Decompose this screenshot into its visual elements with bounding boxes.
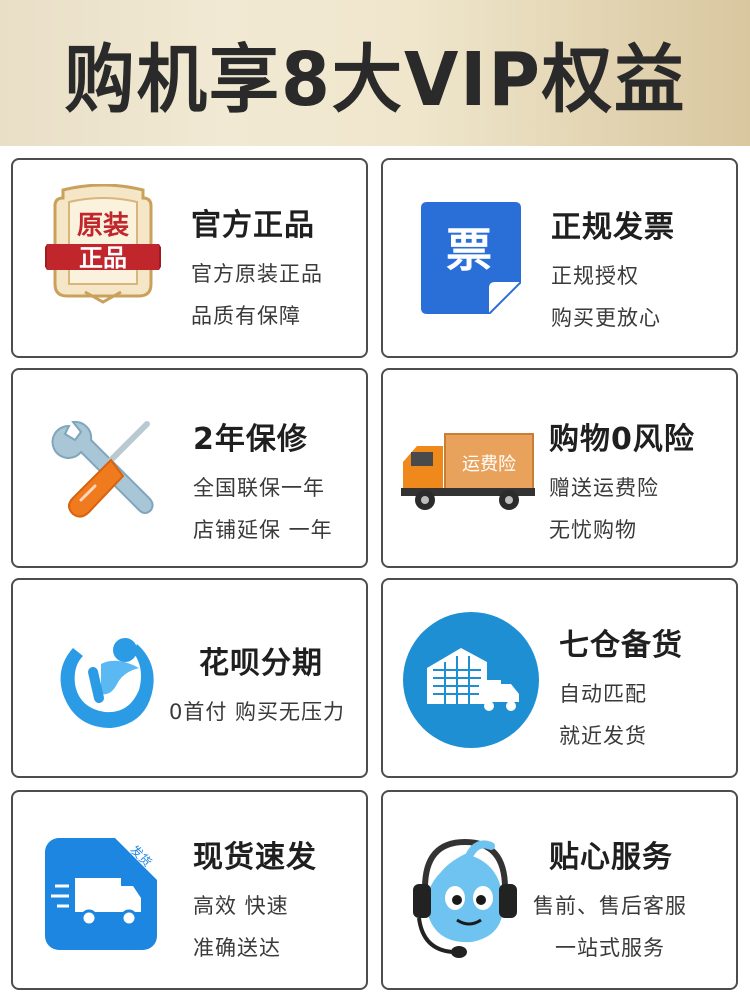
card-line: 购买更放心 — [551, 306, 661, 330]
invoice-badge-text: 票 — [446, 223, 492, 277]
card-line: 一站式服务 — [555, 936, 665, 960]
card-line: 售前、售后客服 — [533, 894, 687, 918]
benefit-card-warranty[interactable]: 2年保修 全国联保一年 店铺延保 一年 — [11, 368, 368, 568]
card-line: 准确送达 — [193, 936, 281, 960]
card-title: 官方正品 — [191, 208, 315, 243]
benefit-card-warehouse[interactable]: 七仓备货 自动匹配 就近发货 — [381, 578, 738, 778]
card-title: 现货速发 — [193, 840, 317, 875]
card-title: 花呗分期 — [199, 646, 323, 681]
badge-text-top: 原装 — [77, 211, 129, 241]
card-title: 七仓备货 — [559, 628, 683, 663]
card-line: 无忧购物 — [549, 518, 637, 542]
card-line: 0首付 购买无压力 — [169, 700, 346, 724]
benefit-card-invoice[interactable]: 票 正规发票 正规授权 购买更放心 — [381, 158, 738, 358]
card-line: 自动匹配 — [559, 682, 647, 706]
card-title: 正规发票 — [551, 210, 675, 245]
badge-text-bottom: 正品 — [79, 244, 127, 272]
card-line: 高效 快速 — [193, 894, 289, 918]
card-line: 全国联保一年 — [193, 476, 325, 500]
genuine-badge-icon: 原装 正品 — [39, 183, 167, 312]
benefit-card-installment[interactable]: 花呗分期 0首付 购买无压力 — [11, 578, 368, 778]
benefit-card-fast-shipping[interactable]: 发货 现货速发 高效 快速 准确送达 — [11, 790, 368, 990]
card-title: 购物0风险 — [549, 422, 695, 457]
wrench-screwdriver-icon — [51, 416, 155, 520]
card-line: 官方原装正品 — [191, 262, 323, 286]
invoice-icon: 票 — [421, 202, 522, 315]
card-line: 品质有保障 — [191, 304, 301, 328]
card-line: 就近发货 — [559, 724, 647, 748]
card-line: 正规授权 — [551, 264, 639, 288]
header-banner: 购机享8大VIP权益 — [0, 0, 750, 146]
warehouse-icon — [403, 612, 539, 748]
fast-shipping-icon: 发货 — [45, 838, 157, 950]
card-title: 2年保修 — [193, 422, 308, 457]
customer-service-icon — [405, 832, 525, 962]
page-title: 购机享8大VIP权益 — [64, 36, 686, 123]
benefit-card-no-risk[interactable]: 运费险 购物0风险 赠送运费险 无忧购物 — [381, 368, 738, 568]
card-title: 贴心服务 — [549, 840, 673, 875]
huabei-icon — [53, 628, 157, 732]
truck-label: 运费险 — [462, 454, 516, 475]
benefit-card-genuine[interactable]: 原装 正品 官方正品 官方原装正品 品质有保障 — [11, 158, 368, 358]
delivery-truck-icon: 运费险 — [401, 432, 535, 512]
card-line: 赠送运费险 — [549, 476, 659, 500]
benefit-card-service[interactable]: 贴心服务 售前、售后客服 一站式服务 — [381, 790, 738, 990]
card-line: 店铺延保 一年 — [193, 518, 333, 542]
